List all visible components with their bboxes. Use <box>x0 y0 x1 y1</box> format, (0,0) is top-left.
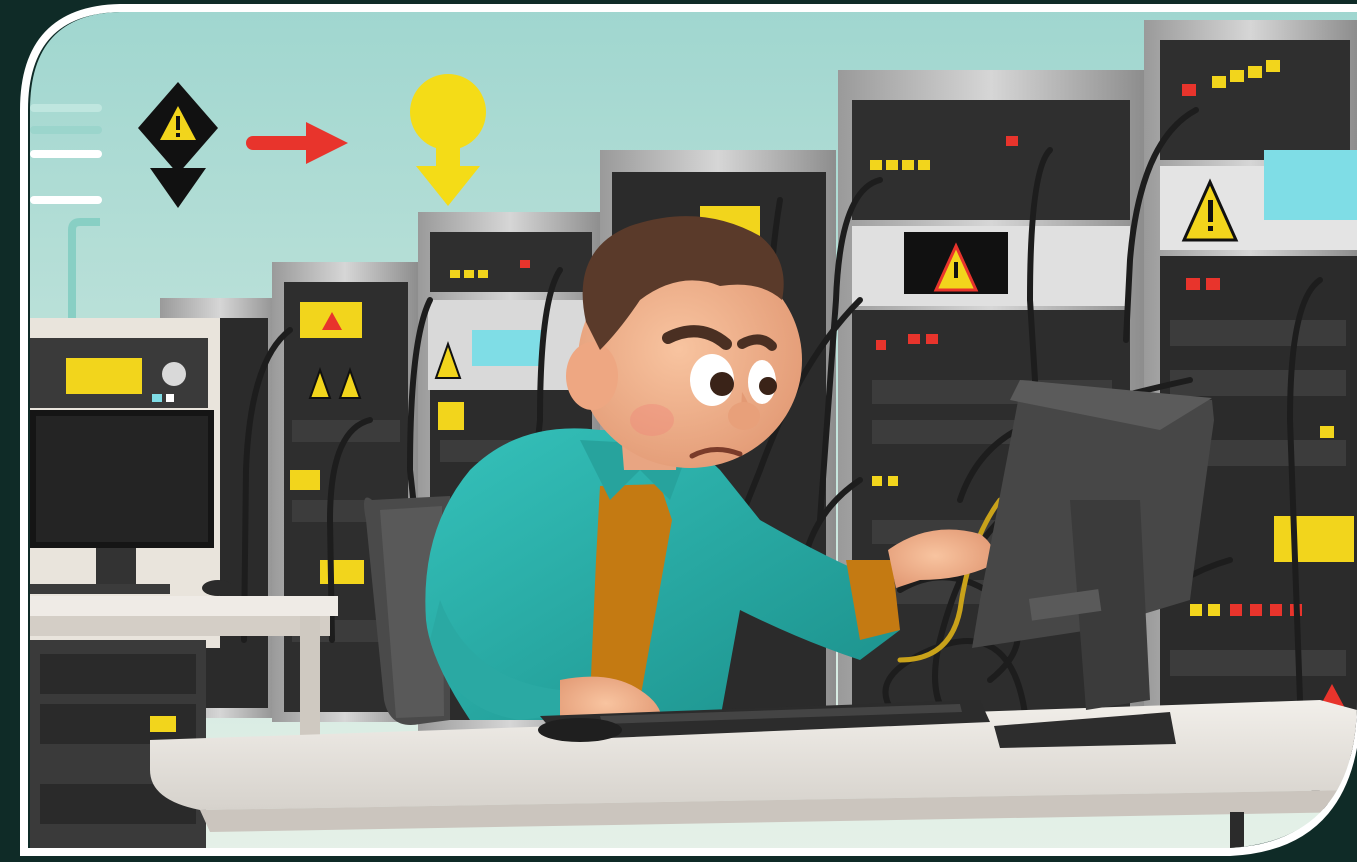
left-desk <box>30 596 338 616</box>
left-keyboard <box>30 584 170 594</box>
illustration-frame <box>0 0 1357 862</box>
left-mouse <box>202 580 234 596</box>
illustration <box>0 0 1357 862</box>
mouse <box>538 718 622 742</box>
